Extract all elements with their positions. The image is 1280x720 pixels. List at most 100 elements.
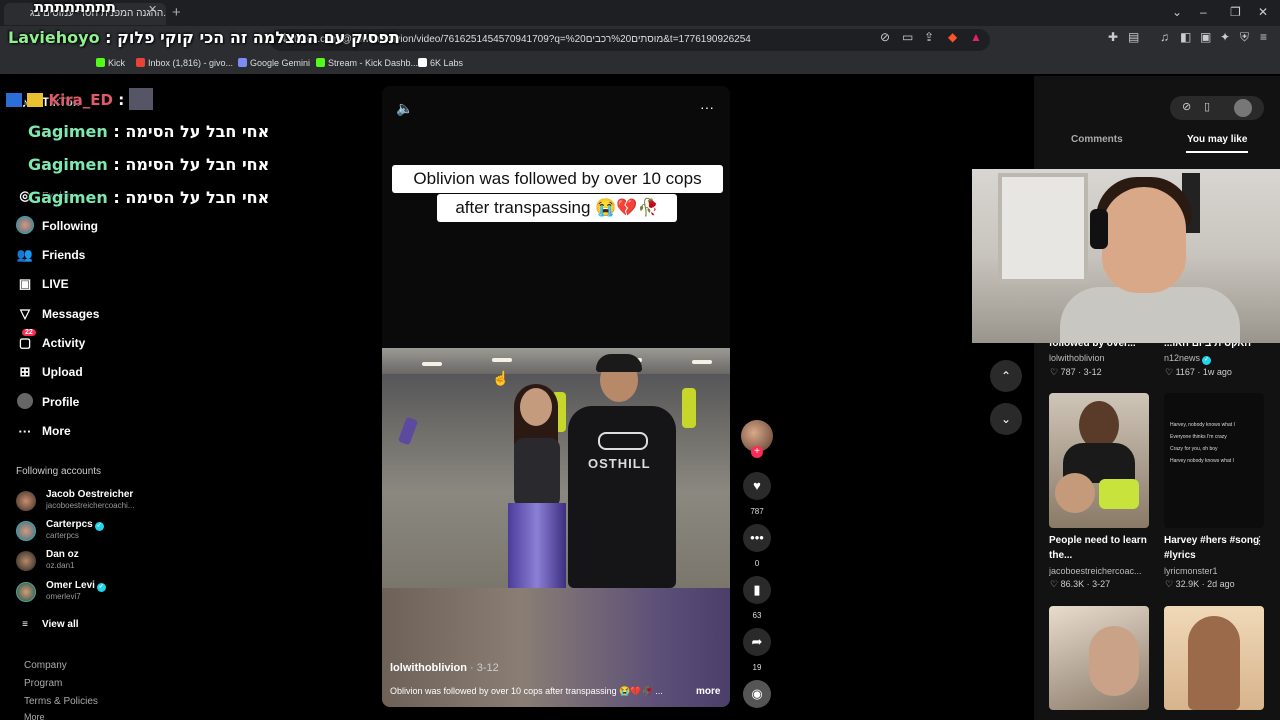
bookmark-item[interactable]: Kick (96, 58, 125, 68)
account-name-text: Carterpcs (46, 519, 93, 530)
lyric-line: Harvey nobody knows what I (1170, 458, 1234, 464)
card-title[interactable]: Harvey #hers #song #lyrics (1164, 533, 1260, 563)
card-meta: ♡ 86.3K · 3-27 (1050, 579, 1111, 589)
share-button[interactable]: ➦ (743, 628, 771, 656)
sidebar-item-live[interactable]: ▣ LIVE (16, 274, 69, 294)
card-meta: ♡ 1167 · 1w ago (1165, 367, 1232, 377)
video-frame: OSTHILL (382, 348, 730, 588)
comment-button[interactable]: ••• (743, 524, 771, 552)
scene-light (422, 362, 442, 366)
menu-icon[interactable]: ≡ (1260, 30, 1267, 44)
footer-link-program[interactable]: Program (24, 678, 62, 689)
account-name-text: Omer Levi (46, 580, 95, 591)
footer-link-company[interactable]: Company (24, 660, 67, 671)
next-video-button[interactable]: ⌄ (990, 403, 1022, 435)
translate-icon[interactable]: ⊘ (880, 30, 890, 44)
brave-rewards-icon[interactable]: ▲ (970, 30, 982, 44)
sidebar-item-label: Following (42, 219, 98, 233)
footer-link-more[interactable]: More (24, 712, 45, 720)
browser-tab-bar: ההגנה המפנית חסדי עמוסים בג... ✕ + ⌄ – ❐… (0, 0, 1280, 26)
sidebar-item-label: More (42, 424, 71, 438)
sidebar-icon[interactable]: ◧ (1180, 30, 1191, 44)
sidebar-item-more[interactable]: ··· More (16, 421, 71, 441)
video-thumbnail[interactable]: Harvey, nobody knows what I Everyone thi… (1164, 393, 1264, 528)
bookmark-item[interactable]: Stream - Kick Dashb... (316, 58, 418, 68)
more-options-icon[interactable]: ··· (700, 99, 714, 115)
following-accounts-title: Following accounts (16, 466, 102, 477)
badge-icon (6, 93, 22, 107)
card-title[interactable]: People need to learn the... (1049, 533, 1149, 563)
view-all-link[interactable]: ≡ View all (16, 614, 79, 634)
following-account[interactable]: Carterpcs ✓ carterpcs (16, 519, 156, 545)
lyric-text: Harvey, nobody knows what I Everyone thi… (1170, 419, 1235, 467)
compass-icon[interactable]: ⊘ (1182, 100, 1191, 113)
sidebar-item-messages[interactable]: ▽ Messages (16, 304, 99, 324)
following-account[interactable]: Dan oz oz.dan1 (16, 549, 156, 575)
sidebar-item-upload[interactable]: ⊞ Upload (16, 362, 83, 382)
video-thumbnail[interactable] (1049, 393, 1149, 528)
bookmark-item[interactable]: Google Gemini (238, 58, 310, 68)
video-author-line: lolwithoblivion · 3-12 (390, 662, 499, 674)
leo-icon[interactable]: ✦ (1220, 30, 1230, 44)
share-icon[interactable]: ⇪ (924, 30, 934, 44)
new-tab-icon[interactable]: + (172, 4, 181, 21)
install-icon[interactable]: ▭ (902, 30, 913, 44)
tab-comments[interactable]: Comments (1071, 134, 1123, 145)
sidebar-item-activity[interactable]: ▢ 22 Activity (16, 329, 85, 353)
card-author[interactable]: lyricmonster1 (1164, 566, 1264, 576)
thumb-face (1079, 401, 1119, 449)
tab-list-icon[interactable]: ⌄ (1172, 5, 1182, 19)
minimize-icon[interactable]: – (1200, 5, 1207, 19)
bookmark-item[interactable]: 6K Labs (418, 58, 463, 68)
tab-close-icon[interactable]: ✕ (148, 3, 157, 16)
reader-icon[interactable]: ▤ (1128, 30, 1139, 44)
card-author[interactable]: jacoboestreichercoac... (1049, 566, 1149, 576)
wallet-icon[interactable]: ▣ (1200, 30, 1211, 44)
account-name: Dan oz (46, 549, 79, 560)
sidebar-item-label: Messages (42, 307, 100, 321)
sidebar-item-friends[interactable]: 👥 Friends (16, 245, 85, 265)
volume-icon[interactable]: 🔈 (396, 100, 413, 117)
bookmark-item[interactable]: Inbox (1,816) - givo... (136, 58, 233, 68)
more-link[interactable]: more (696, 686, 720, 697)
card-author[interactable]: n12news ✓ (1164, 353, 1264, 365)
card-author[interactable]: lolwithoblivion (1049, 353, 1149, 363)
video-author[interactable]: lolwithoblivion (390, 662, 467, 674)
sound-disc[interactable]: ◉ (743, 680, 771, 708)
device-icon[interactable]: ▯ (1204, 100, 1210, 113)
maximize-icon[interactable]: ❐ (1230, 5, 1241, 19)
following-account[interactable]: Omer Levi ✓ omerlevi7 (16, 580, 156, 606)
account-name: Jacob Oestreicher (46, 489, 134, 500)
video-thumbnail[interactable] (1049, 606, 1149, 710)
chat-separator: : (113, 188, 126, 207)
following-account[interactable]: Jacob Oestreicher jacoboestreichercoachi… (16, 489, 156, 515)
tab-you-may-like[interactable]: You may like (1187, 134, 1247, 145)
cursor-icon: ☝ (492, 370, 510, 386)
extensions-icon[interactable]: ✚ (1108, 30, 1118, 44)
follow-plus-icon[interactable]: + (751, 446, 763, 458)
close-window-icon[interactable]: ✕ (1258, 5, 1268, 19)
card-menu-icon[interactable]: ⋮ (1254, 534, 1265, 547)
sidebar-item-following[interactable]: Following (16, 215, 98, 237)
media-icon[interactable]: ♫ (1160, 30, 1169, 44)
comment-icon: ••• (750, 530, 764, 545)
like-button[interactable]: ♥ (743, 472, 771, 500)
activity-icon: ▢ 22 (16, 329, 36, 351)
chat-username: Gagimen (28, 122, 108, 141)
vpn-icon[interactable]: ⛨ (1240, 30, 1249, 45)
user-avatar[interactable] (1234, 99, 1252, 117)
card-meta: ♡ 32.9K · 2d ago (1165, 579, 1235, 589)
sidebar-item-profile[interactable]: Profile (16, 392, 79, 412)
save-count: 63 (752, 611, 762, 620)
chat-text: אחי חבל על הסימה (125, 188, 270, 207)
bookmark-label: Google Gemini (250, 58, 311, 68)
brave-shield-icon[interactable]: ◆ (948, 30, 957, 44)
avatar-icon (16, 215, 34, 237)
share-count: 19 (752, 663, 762, 672)
view-all-label: View all (42, 618, 79, 630)
previous-video-button[interactable]: ⌃ (990, 360, 1022, 392)
save-button[interactable]: ▮ (743, 576, 771, 604)
footer-link-terms[interactable]: Terms & Policies (24, 696, 98, 707)
video-thumbnail[interactable] (1164, 606, 1264, 710)
share-arrow-icon: ➦ (751, 634, 763, 649)
